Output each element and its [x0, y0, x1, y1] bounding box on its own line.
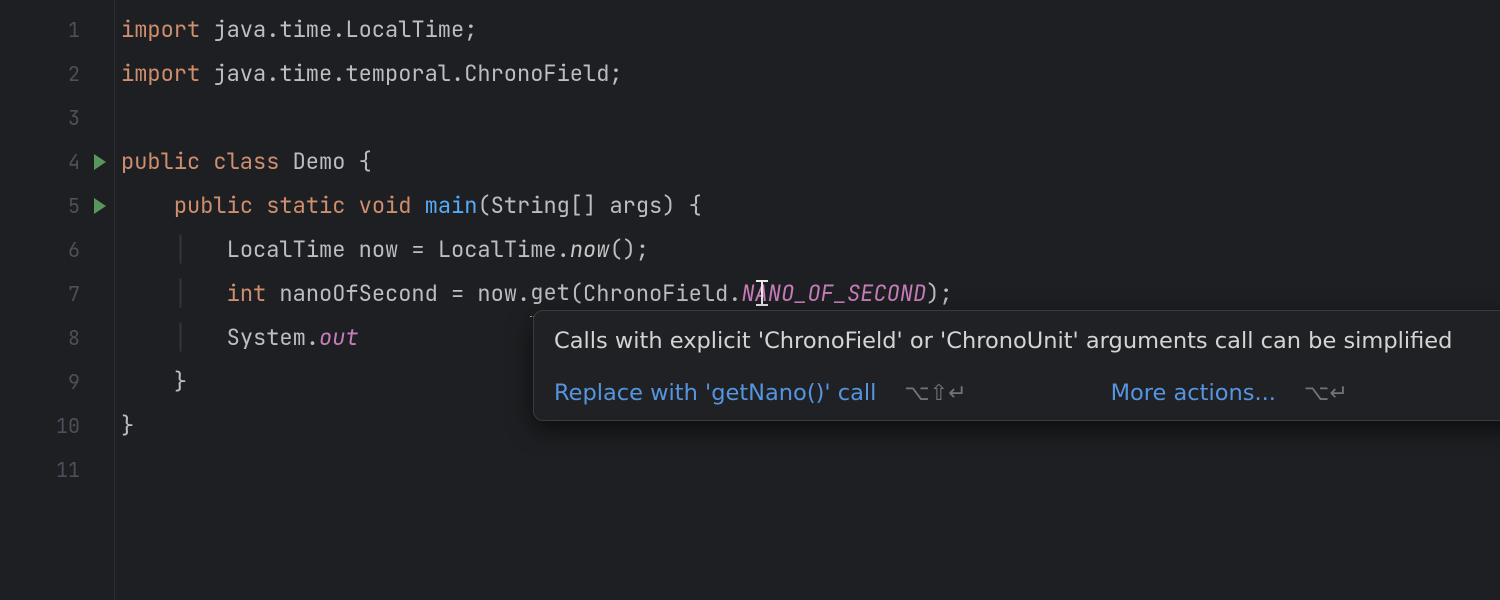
tooltip-title: Calls with explicit 'ChronoField' or 'Ch…: [554, 327, 1472, 356]
code-line[interactable]: import java.time.temporal.ChronoField;: [121, 52, 1500, 96]
code-editor: 1 2 3 4 5 6 7 8 9 10 11 import java.time…: [0, 0, 1500, 600]
line-number[interactable]: 7: [0, 272, 114, 316]
run-icon[interactable]: [94, 154, 106, 170]
code-line[interactable]: public class Demo {: [121, 140, 1500, 184]
line-number[interactable]: 2: [0, 52, 114, 96]
line-number[interactable]: 10: [0, 404, 114, 448]
line-number[interactable]: 6: [0, 228, 114, 272]
run-icon[interactable]: [94, 198, 106, 214]
line-number[interactable]: 9: [0, 360, 114, 404]
line-number[interactable]: 8: [0, 316, 114, 360]
line-gutter: 1 2 3 4 5 6 7 8 9 10 11: [0, 0, 115, 600]
more-actions-button[interactable]: More actions...: [1111, 380, 1276, 406]
line-number[interactable]: 5: [0, 184, 114, 228]
line-number[interactable]: 4: [0, 140, 114, 184]
code-line[interactable]: import java.time.LocalTime;: [121, 8, 1500, 52]
line-number[interactable]: 11: [0, 448, 114, 492]
inspection-tooltip: Calls with explicit 'ChronoField' or 'Ch…: [533, 310, 1500, 421]
shortcut-label: ⌥⇧↵: [904, 381, 966, 406]
code-line[interactable]: public static void main(String[] args) {: [121, 184, 1500, 228]
code-line[interactable]: [121, 96, 1500, 140]
code-line[interactable]: │ LocalTime now = LocalTime.now();: [121, 228, 1500, 272]
line-number[interactable]: 1: [0, 8, 114, 52]
code-content[interactable]: import java.time.LocalTime; import java.…: [115, 0, 1500, 600]
quickfix-replace-button[interactable]: Replace with 'getNano()' call: [554, 380, 876, 406]
line-number[interactable]: 3: [0, 96, 114, 140]
shortcut-label: ⌥↵: [1304, 381, 1348, 406]
code-line[interactable]: [121, 448, 1500, 492]
